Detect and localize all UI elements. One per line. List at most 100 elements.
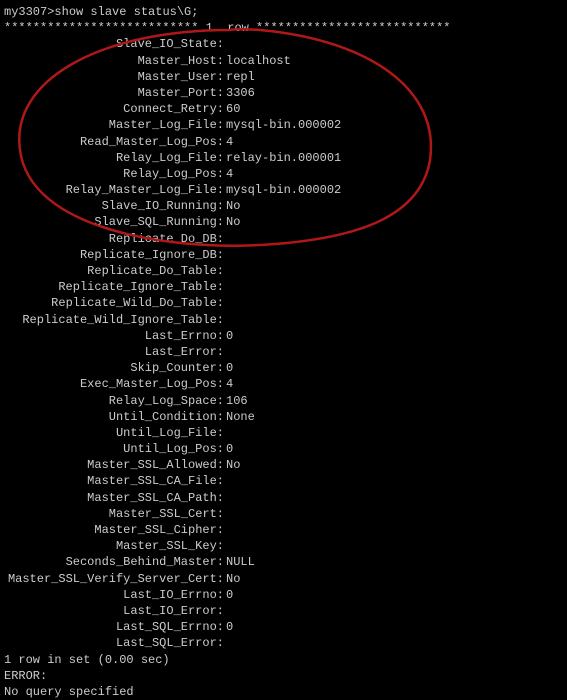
status-row: Relay_Log_Pos: 4 [4, 166, 563, 182]
status-row: Master_Host: localhost [4, 53, 563, 69]
row-count: 1 row in set (0.00 sec) [4, 652, 563, 668]
status-row: Master_SSL_Verify_Server_Cert: No [4, 571, 563, 587]
field-value: 3306 [226, 85, 255, 101]
status-row: Relay_Log_File: relay-bin.000001 [4, 150, 563, 166]
status-row: Master_SSL_Allowed: No [4, 457, 563, 473]
status-row: Read_Master_Log_Pos: 4 [4, 134, 563, 150]
status-row: Replicate_Do_Table: [4, 263, 563, 279]
field-key: Replicate_Do_DB: [4, 231, 226, 247]
status-row: Last_IO_Error: [4, 603, 563, 619]
field-value: NULL [226, 554, 255, 570]
field-value: 0 [226, 360, 233, 376]
field-key: Last_Errno: [4, 328, 226, 344]
status-row: Last_IO_Errno: 0 [4, 587, 563, 603]
field-key: Master_SSL_Allowed: [4, 457, 226, 473]
field-key: Last_SQL_Error: [4, 635, 226, 651]
status-row: Until_Log_Pos: 0 [4, 441, 563, 457]
field-value: mysql-bin.000002 [226, 182, 341, 198]
field-key: Replicate_Wild_Do_Table: [4, 295, 226, 311]
field-value: 0 [226, 587, 233, 603]
status-row: Replicate_Ignore_DB: [4, 247, 563, 263]
status-row: Last_Error: [4, 344, 563, 360]
field-key: Last_IO_Errno: [4, 587, 226, 603]
field-key: Slave_IO_Running: [4, 198, 226, 214]
field-key: Master_SSL_Cipher: [4, 522, 226, 538]
field-key: Skip_Counter: [4, 360, 226, 376]
field-key: Slave_SQL_Running: [4, 214, 226, 230]
field-key: Relay_Log_Pos: [4, 166, 226, 182]
field-key: Replicate_Ignore_Table: [4, 279, 226, 295]
field-key: Seconds_Behind_Master: [4, 554, 226, 570]
field-key: Exec_Master_Log_Pos: [4, 376, 226, 392]
status-fields: Slave_IO_State: Master_Host: localhostMa… [4, 36, 563, 651]
field-value: localhost [226, 53, 291, 69]
field-key: Master_SSL_CA_File: [4, 473, 226, 489]
status-row: Replicate_Wild_Ignore_Table: [4, 312, 563, 328]
field-key: Replicate_Ignore_DB: [4, 247, 226, 263]
field-value: 0 [226, 328, 233, 344]
status-row: Slave_IO_Running: No [4, 198, 563, 214]
prompt-line[interactable]: my3307>show slave status\G; [4, 4, 563, 20]
status-row: Master_SSL_CA_Path: [4, 490, 563, 506]
field-value: relay-bin.000001 [226, 150, 341, 166]
status-row: Master_Log_File: mysql-bin.000002 [4, 117, 563, 133]
status-row: Relay_Master_Log_File: mysql-bin.000002 [4, 182, 563, 198]
prompt: my3307> [4, 5, 54, 19]
status-row: Last_Errno: 0 [4, 328, 563, 344]
field-value: 106 [226, 393, 248, 409]
status-row: Exec_Master_Log_Pos: 4 [4, 376, 563, 392]
status-row: Master_SSL_Key: [4, 538, 563, 554]
field-value: No [226, 457, 240, 473]
field-key: Last_SQL_Errno: [4, 619, 226, 635]
status-row: Skip_Counter: 0 [4, 360, 563, 376]
field-value: No [226, 571, 240, 587]
field-key: Master_User: [4, 69, 226, 85]
error-label: ERROR: [4, 668, 563, 684]
field-key: Read_Master_Log_Pos: [4, 134, 226, 150]
field-key: Master_SSL_Key: [4, 538, 226, 554]
field-key: Master_Host: [4, 53, 226, 69]
field-value: 60 [226, 101, 240, 117]
status-row: Until_Condition: None [4, 409, 563, 425]
field-key: Until_Log_File: [4, 425, 226, 441]
error-message: No query specified [4, 684, 563, 700]
field-key: Until_Condition: [4, 409, 226, 425]
status-row: Master_SSL_Cert: [4, 506, 563, 522]
field-key: Master_SSL_Cert: [4, 506, 226, 522]
field-value: repl [226, 69, 255, 85]
field-key: Last_IO_Error: [4, 603, 226, 619]
status-row: Master_SSL_CA_File: [4, 473, 563, 489]
field-value: 0 [226, 619, 233, 635]
field-key: Slave_IO_State: [4, 36, 226, 52]
field-key: Relay_Log_File: [4, 150, 226, 166]
status-row: Until_Log_File: [4, 425, 563, 441]
status-row: Master_User: repl [4, 69, 563, 85]
field-key: Master_Log_File: [4, 117, 226, 133]
field-value: No [226, 198, 240, 214]
status-row: Slave_SQL_Running: No [4, 214, 563, 230]
field-value: No [226, 214, 240, 230]
status-row: Replicate_Ignore_Table: [4, 279, 563, 295]
status-row: Seconds_Behind_Master: NULL [4, 554, 563, 570]
status-row: Master_Port: 3306 [4, 85, 563, 101]
status-row: Connect_Retry: 60 [4, 101, 563, 117]
field-key: Master_SSL_CA_Path: [4, 490, 226, 506]
field-key: Until_Log_Pos: [4, 441, 226, 457]
field-key: Master_Port: [4, 85, 226, 101]
field-value: None [226, 409, 255, 425]
field-key: Relay_Log_Space: [4, 393, 226, 409]
status-row: Replicate_Wild_Do_Table: [4, 295, 563, 311]
field-key: Replicate_Wild_Ignore_Table: [4, 312, 226, 328]
command: show slave status\G; [54, 5, 198, 19]
status-row: Replicate_Do_DB: [4, 231, 563, 247]
status-row: Last_SQL_Errno: 0 [4, 619, 563, 635]
field-value: 4 [226, 166, 233, 182]
field-value: 4 [226, 134, 233, 150]
status-row: Master_SSL_Cipher: [4, 522, 563, 538]
status-row: Last_SQL_Error: [4, 635, 563, 651]
field-key: Connect_Retry: [4, 101, 226, 117]
field-value: mysql-bin.000002 [226, 117, 341, 133]
status-row: Relay_Log_Space: 106 [4, 393, 563, 409]
field-key: Relay_Master_Log_File: [4, 182, 226, 198]
field-value: 4 [226, 376, 233, 392]
